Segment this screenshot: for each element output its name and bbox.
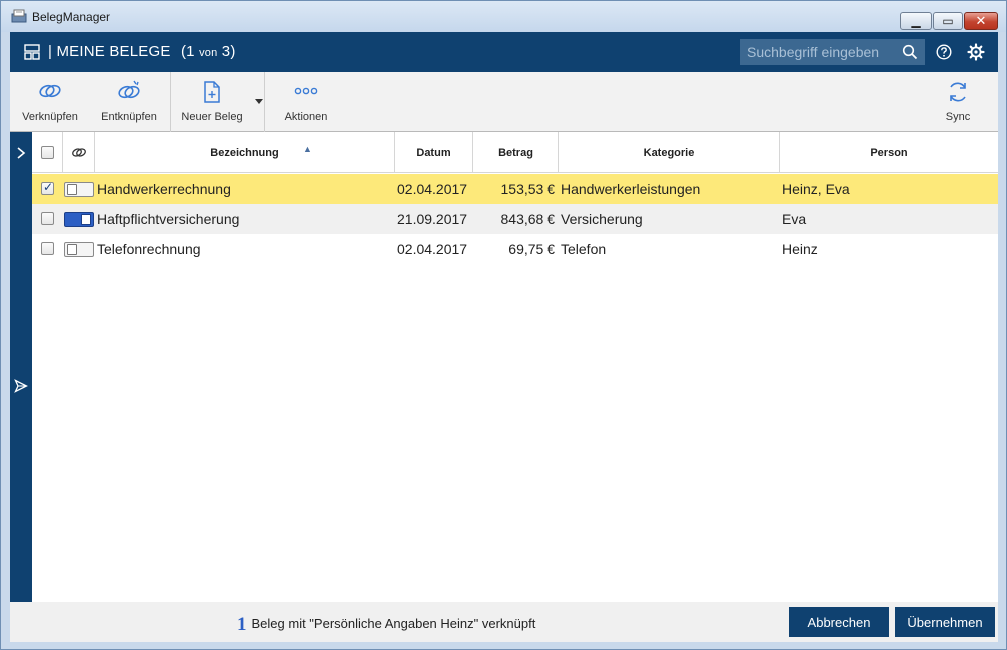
status-message: 1 Beleg mit "Persönliche Angaben Heinz" v… <box>237 614 535 636</box>
sidebar-collapsed <box>10 132 32 602</box>
chevron-right-icon[interactable] <box>14 146 28 160</box>
sync-icon <box>950 82 966 102</box>
column-header-datum[interactable]: Datum <box>395 132 473 173</box>
cell-betrag: 153,53 € <box>500 181 556 197</box>
record-count-current: (1 <box>180 43 195 60</box>
toggle-knob <box>67 244 77 255</box>
cell-datum: 02.04.2017 <box>397 181 468 197</box>
unlink-button[interactable]: Entknüpfen <box>96 72 162 132</box>
app-header: | MEINE BELEGE (1 von 3) <box>10 32 998 72</box>
app-window: BelegManager ▁ ▭ ✕ | MEINE BELEGE (1 von… <box>0 0 1007 650</box>
grid-icon[interactable] <box>24 44 40 60</box>
new-document-dropdown-icon[interactable] <box>255 99 263 104</box>
title-bar: BelegManager ▁ ▭ ✕ <box>1 1 1006 32</box>
toolbar: Verknüpfen Entknüpfen Neuer Beleg Aktion… <box>10 72 998 132</box>
search-icon[interactable] <box>902 44 918 60</box>
unlink-icon <box>118 80 140 99</box>
cell-betrag: 69,75 € <box>508 241 555 257</box>
sort-ascending-icon: ▲ <box>303 144 312 154</box>
column-header-bezeichnung[interactable]: ▲ Bezeichnung <box>95 132 395 173</box>
toolbar-separator <box>170 72 171 132</box>
sync-button-label: Sync <box>945 111 971 123</box>
status-message-text: Beleg mit "Persönliche Angaben Heinz" ve… <box>251 616 536 631</box>
cell-person: Heinz, Eva <box>782 181 850 197</box>
link-column-icon <box>72 148 86 157</box>
cancel-button[interactable]: Abbrechen <box>789 607 889 637</box>
record-count: (1 von 3) <box>181 43 236 60</box>
header-select-cell <box>32 132 63 173</box>
cell-kategorie: Handwerkerleistungen <box>561 181 701 197</box>
close-button[interactable]: ✕ <box>964 12 998 30</box>
toolbar-separator <box>264 72 265 132</box>
more-icon <box>294 87 318 95</box>
link-button[interactable]: Verknüpfen <box>16 72 84 132</box>
new-document-button[interactable]: Neuer Beleg <box>175 72 249 132</box>
link-toggle[interactable] <box>64 182 94 197</box>
cell-person: Eva <box>782 211 807 227</box>
link-button-label: Verknüpfen <box>22 111 78 123</box>
column-header-kategorie[interactable]: Kategorie <box>559 132 780 173</box>
link-toggle[interactable] <box>64 212 94 227</box>
row-checkbox[interactable] <box>41 180 54 195</box>
footer-bar: 1 Beleg mit "Persönliche Angaben Heinz" v… <box>10 602 998 642</box>
header-link-cell <box>63 132 95 173</box>
column-header-datum-label: Datum <box>416 147 451 159</box>
link-toggle[interactable] <box>64 242 94 257</box>
column-header-person[interactable]: Person <box>780 132 998 173</box>
table-row[interactable]: Handwerkerrechnung 02.04.2017 153,53 € H… <box>32 174 998 204</box>
linked-count: 1 <box>237 614 247 635</box>
gear-icon[interactable] <box>967 43 985 61</box>
cell-kategorie: Versicherung <box>561 211 643 227</box>
column-header-bezeichnung-label: Bezeichnung <box>210 147 279 159</box>
row-checkbox[interactable] <box>41 242 54 255</box>
select-all-checkbox[interactable] <box>41 146 54 159</box>
record-count-total: 3) <box>221 43 236 60</box>
app-icon <box>11 9 27 23</box>
cell-datum: 02.04.2017 <box>397 241 468 257</box>
window-title: BelegManager <box>32 10 111 24</box>
cell-betrag: 843,68 € <box>500 211 556 227</box>
help-icon[interactable] <box>936 44 952 60</box>
column-header-betrag-label: Betrag <box>498 147 533 159</box>
maximize-icon: ▭ <box>942 14 954 28</box>
cell-datum: 21.09.2017 <box>397 211 468 227</box>
actions-button-label: Aktionen <box>284 111 328 123</box>
cell-person: Heinz <box>782 241 818 257</box>
cell-kategorie: Telefon <box>561 241 607 257</box>
unlink-button-label: Entknüpfen <box>101 111 157 123</box>
minimize-icon: ▁ <box>911 14 921 28</box>
cell-bezeichnung: Telefonrechnung <box>97 241 201 257</box>
column-header-kategorie-label: Kategorie <box>643 147 695 159</box>
minimize-button[interactable]: ▁ <box>900 12 932 30</box>
maximize-button[interactable]: ▭ <box>933 12 963 30</box>
new-document-icon <box>204 81 220 103</box>
toggle-knob <box>67 184 77 195</box>
search-input[interactable] <box>740 39 925 65</box>
link-icon <box>39 84 61 98</box>
close-icon: ✕ <box>975 13 987 28</box>
page-title-text: | MEINE BELEGE <box>48 43 171 60</box>
cell-bezeichnung: Handwerkerrechnung <box>97 181 231 197</box>
apply-button[interactable]: Übernehmen <box>895 607 995 637</box>
column-header-person-label: Person <box>870 147 908 159</box>
row-checkbox[interactable] <box>41 212 54 225</box>
sync-button[interactable]: Sync <box>928 72 988 132</box>
toggle-knob <box>81 214 91 225</box>
send-icon[interactable] <box>14 379 28 393</box>
new-document-button-label: Neuer Beleg <box>181 111 243 123</box>
actions-button[interactable]: Aktionen <box>272 72 340 132</box>
table-row[interactable]: Haftpflichtversicherung 21.09.2017 843,6… <box>32 204 998 234</box>
cell-bezeichnung: Haftpflichtversicherung <box>97 211 240 227</box>
document-table: ▲ Bezeichnung Datum Betrag Kategorie Per… <box>32 132 998 602</box>
column-header-betrag[interactable]: Betrag <box>473 132 559 173</box>
table-header: ▲ Bezeichnung Datum Betrag Kategorie Per… <box>32 132 998 173</box>
record-count-of: von <box>199 47 218 59</box>
table-row[interactable]: Telefonrechnung 02.04.2017 69,75 € Telef… <box>32 234 998 264</box>
page-title: | MEINE BELEGE (1 von 3) <box>48 43 236 60</box>
